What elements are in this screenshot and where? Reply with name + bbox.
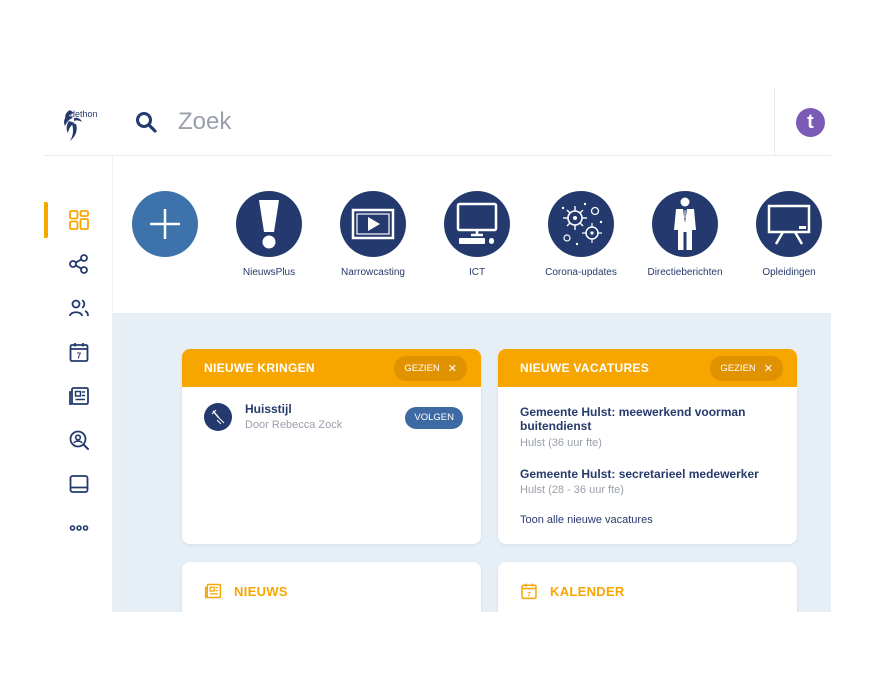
vacatures-seen-button[interactable]: GEZIEN ✕ (710, 355, 783, 381)
share-network-icon (68, 254, 88, 274)
quicklink-label: Directieberichten (647, 267, 723, 278)
all-vacancies-link[interactable]: Toon alle nieuwe vacatures (520, 514, 653, 526)
quicklink-label: Opleidingen (762, 267, 816, 278)
kring-author: Door Rebecca Zock (245, 419, 343, 431)
user-avatar[interactable]: t (796, 108, 825, 137)
computer-icon (456, 202, 498, 244)
quicklink-nieuwsplus-circle (236, 191, 302, 257)
vacature-location: Hulst (36 uur fte) (520, 437, 602, 449)
quicklink-opleidingen-circle (756, 191, 822, 257)
seen-label: GEZIEN (720, 362, 756, 374)
quicklink-ict[interactable]: ICT (432, 191, 522, 278)
dashboard-icon (68, 210, 89, 230)
app-window: dethon t (44, 88, 831, 612)
kalender-title: KALENDER (550, 583, 625, 599)
kalender-card-header: 7 KALENDER (520, 582, 625, 600)
news-icon (68, 387, 89, 405)
close-icon: ✕ (763, 362, 773, 375)
calendar-icon: 7 (69, 343, 88, 362)
add-button[interactable] (132, 191, 198, 257)
quicklink-directie-circle (652, 191, 718, 257)
director-icon (674, 197, 696, 250)
sidebar-item-tablet[interactable] (44, 464, 113, 504)
svg-text:7: 7 (76, 352, 81, 361)
quicklink-add[interactable] (120, 191, 210, 257)
virus-icon (561, 202, 603, 246)
quicklink-ict-circle (444, 191, 510, 257)
quicklink-label: NieuwsPlus (242, 267, 296, 278)
exclamation-icon (259, 200, 279, 249)
nieuws-title: NIEUWS (234, 583, 288, 599)
sidebar-item-more[interactable] (44, 508, 113, 548)
plus-icon (150, 209, 180, 239)
sidebar-item-network[interactable] (44, 244, 113, 284)
vacature-title[interactable]: Gemeente Hulst: meewerkend voorman buite… (520, 405, 780, 433)
logo-text: dethon (70, 109, 98, 119)
play-screen-icon (351, 208, 395, 240)
quicklink-narrowcasting-circle (340, 191, 406, 257)
kring-name[interactable]: Huisstijl (245, 402, 292, 416)
kringen-card: NIEUWE KRINGEN GEZIEN ✕ Huisstijl Door R (182, 349, 481, 544)
search-input[interactable] (178, 105, 738, 139)
nieuws-card-header: NIEUWS (204, 582, 288, 600)
sidebar-item-news[interactable] (44, 376, 113, 416)
news-icon (204, 583, 222, 599)
sidebar-item-find-people[interactable] (44, 420, 113, 460)
dashboard-content: NIEUWE KRINGEN GEZIEN ✕ Huisstijl Door R (113, 313, 831, 612)
kringen-seen-button[interactable]: GEZIEN ✕ (394, 355, 467, 381)
sidebar-item-people[interactable] (44, 288, 113, 328)
close-icon: ✕ (447, 362, 457, 375)
vacatures-card: NIEUWE VACATURES GEZIEN ✕ Gemeente Hulst… (498, 349, 797, 544)
vacatures-title: NIEUWE VACATURES (520, 361, 650, 375)
svg-text:7: 7 (527, 591, 531, 598)
kringen-card-header: NIEUWE KRINGEN GEZIEN ✕ (182, 349, 481, 387)
kring-item[interactable]: Huisstijl Door Rebecca Zock VOLGEN (204, 402, 463, 443)
kring-avatar-icon (211, 409, 225, 425)
kring-avatar (204, 403, 232, 431)
quicklink-nieuwsplus[interactable]: NieuwsPlus (224, 191, 314, 278)
more-icon (69, 525, 88, 531)
quicklink-label: ICT (468, 267, 486, 278)
calendar-icon: 7 (521, 583, 537, 600)
sidebar-item-dashboard[interactable] (44, 200, 113, 240)
quicklink-corona[interactable]: Corona-updates (536, 191, 626, 278)
kringen-title: NIEUWE KRINGEN (204, 361, 315, 375)
quicklink-corona-circle (548, 191, 614, 257)
quicklinks-bar: NieuwsPlus Narrowcasting ICT Corona-upda… (113, 156, 831, 313)
top-bar: dethon t (44, 88, 831, 156)
search-icon[interactable] (134, 110, 158, 134)
vacatures-card-header: NIEUWE VACATURES GEZIEN ✕ (498, 349, 797, 387)
tablet-icon (69, 475, 88, 493)
quicklink-label: Narrowcasting (341, 267, 405, 278)
vacature-title[interactable]: Gemeente Hulst: secretarieel medewerker (520, 467, 780, 481)
vacature-location: Hulst (28 - 36 uur fte) (520, 484, 624, 496)
people-icon (68, 299, 89, 317)
sidebar: 7 (44, 156, 113, 612)
kalender-card: 7 KALENDER (498, 562, 797, 612)
nieuws-card: NIEUWS (182, 562, 481, 612)
quicklink-directieberichten[interactable]: Directieberichten (640, 191, 730, 278)
quicklink-narrowcasting[interactable]: Narrowcasting (328, 191, 418, 278)
follow-button[interactable]: VOLGEN (405, 407, 463, 429)
presentation-board-icon (767, 204, 811, 245)
search-person-icon (69, 430, 89, 450)
quicklink-label: Corona-updates (545, 267, 617, 278)
seen-label: GEZIEN (404, 362, 440, 374)
quicklink-opleidingen[interactable]: Opleidingen (744, 191, 831, 278)
sidebar-item-calendar[interactable]: 7 (44, 332, 113, 372)
header-divider (774, 88, 775, 156)
